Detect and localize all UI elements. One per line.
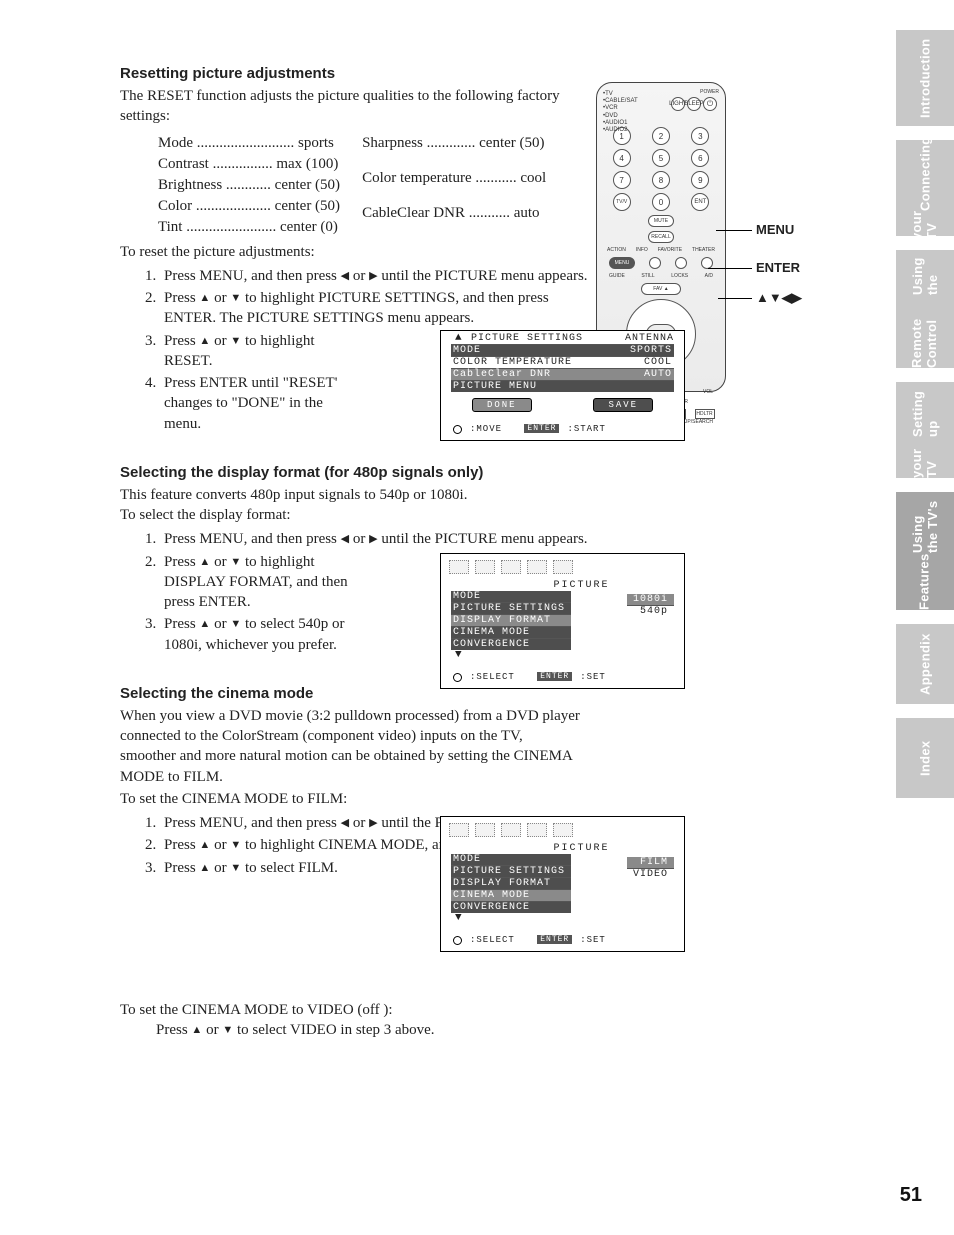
step-3: Press ▲ or ▼ to highlight RESET. [160,331,360,372]
step-3: Press ▲ or ▼ to select 540p or 1080i, wh… [160,614,360,655]
tab-introduction: Introduction [896,30,954,126]
page-number: 51 [900,1184,922,1207]
text-df-lead: To select the display format: [120,505,720,525]
step-4: Press ENTER until "RESET' changes to "DO… [160,373,360,434]
callout-enter: ENTER [756,260,800,275]
step-1: Press MENU, and then press ◀ or ▶ until … [160,266,600,286]
osd-cinema-mode: PICTURE MODE PICTURE SETTINGS DISPLAY FO… [440,816,685,952]
osd-display-format: PICTURE MODE PICTURE SETTINGS DISPLAY FO… [440,553,685,689]
text-cm-lead: To set the CINEMA MODE to FILM: [120,789,720,809]
text-video-off-lead: To set the CINEMA MODE to VIDEO (off ): [120,1000,720,1020]
callout-arrows: ▲▼◀▶ [756,290,802,306]
step-2: Press ▲ or ▼ to highlight DISPLAY FORMAT… [160,552,360,613]
heading-display-format: Selecting the display format (for 480p s… [120,464,720,481]
step-1: Press MENU, and then press ◀ or ▶ until … [160,529,600,549]
tab-remote: Remote ControlUsing the [896,250,954,368]
chapter-tabs: Introduction your TVConnecting Remote Co… [896,30,954,812]
text-video-off-step: Press ▲ or ▼ to select VIDEO in step 3 a… [156,1022,720,1039]
callout-menu: MENU [756,222,794,237]
tab-index: Index [896,718,954,798]
text-df-intro: This feature converts 480p input signals… [120,485,720,505]
osd-picture-settings: PICTURE SETTINGSANTENNA MODESPORTS COLOR… [440,330,685,441]
tab-features: FeaturesUsing the TV's [896,492,954,610]
text-reset-intro: The RESET function adjusts the picture q… [120,86,560,127]
text-cm-intro: When you view a DVD movie (3:2 pulldown … [120,706,580,787]
heading-reset: Resetting picture adjustments [120,65,720,82]
tab-connecting: your TVConnecting [896,140,954,236]
tab-setting-up: your TVSetting up [896,382,954,478]
tab-appendix: Appendix [896,624,954,704]
step-2: Press ▲ or ▼ to highlight PICTURE SETTIN… [160,288,600,329]
step-3: Press ▲ or ▼ to select FILM. [160,858,360,878]
